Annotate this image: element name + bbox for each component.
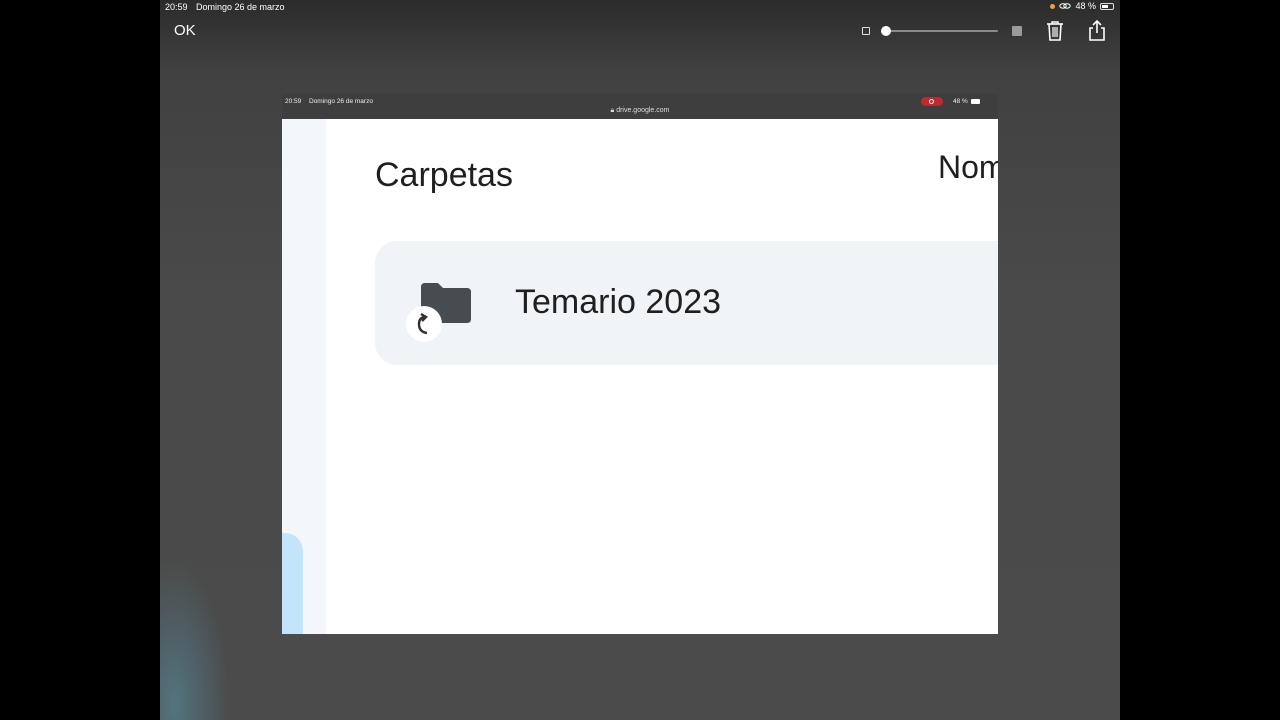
inner-status-bar: 20:59 Domingo 26 de marzo 🔒︎ drive.googl… xyxy=(282,94,998,114)
lock-icon: 🔒︎ xyxy=(610,107,615,114)
screen-recording-icon xyxy=(921,97,943,106)
device-status-bar: 20:59 Domingo 26 de marzo 48 % xyxy=(160,0,1120,14)
status-indicators: 48 % xyxy=(1050,1,1114,11)
folder-name: Temario 2023 xyxy=(515,283,722,321)
status-date: Domingo 26 de marzo xyxy=(196,2,285,12)
inner-battery-percent: 48 % xyxy=(953,98,968,105)
link-icon xyxy=(1059,3,1072,9)
section-title: Carpetas xyxy=(375,156,513,194)
inner-screenshot: 20:59 Domingo 26 de marzo 🔒︎ drive.googl… xyxy=(282,94,998,634)
status-time: 20:59 xyxy=(165,2,188,12)
sort-header[interactable]: Nom xyxy=(938,149,998,186)
inner-battery-icon xyxy=(970,99,980,104)
inner-status-time: 20:59 xyxy=(285,98,302,105)
folder-card[interactable]: Temario 2023 xyxy=(375,241,998,365)
url-text: drive.google.com xyxy=(616,107,670,114)
new-button-partial[interactable] xyxy=(282,533,303,634)
large-size-icon xyxy=(1012,26,1022,36)
share-icon[interactable] xyxy=(1087,20,1107,42)
editor-toolbar xyxy=(860,20,1110,42)
ipad-screen: 20:59 Domingo 26 de marzo 48 % OK 20:59 … xyxy=(160,0,1120,720)
size-slider-knob[interactable] xyxy=(881,26,891,36)
address-bar: 🔒︎ drive.google.com xyxy=(282,107,998,115)
battery-percent: 48 % xyxy=(1075,1,1096,11)
background-glow xyxy=(160,560,230,720)
trash-icon[interactable] xyxy=(1045,20,1065,42)
drive-page: Carpetas Nom Temario 2023 xyxy=(282,119,998,634)
battery-icon xyxy=(1100,2,1114,10)
small-size-icon xyxy=(862,27,870,35)
ok-button[interactable]: OK xyxy=(174,22,196,39)
shortcut-icon xyxy=(406,306,442,342)
privacy-indicator-icon xyxy=(1050,3,1056,9)
inner-battery: 48 % xyxy=(953,98,980,105)
inner-status-date: Domingo 26 de marzo xyxy=(309,98,373,105)
size-slider[interactable] xyxy=(885,30,998,32)
